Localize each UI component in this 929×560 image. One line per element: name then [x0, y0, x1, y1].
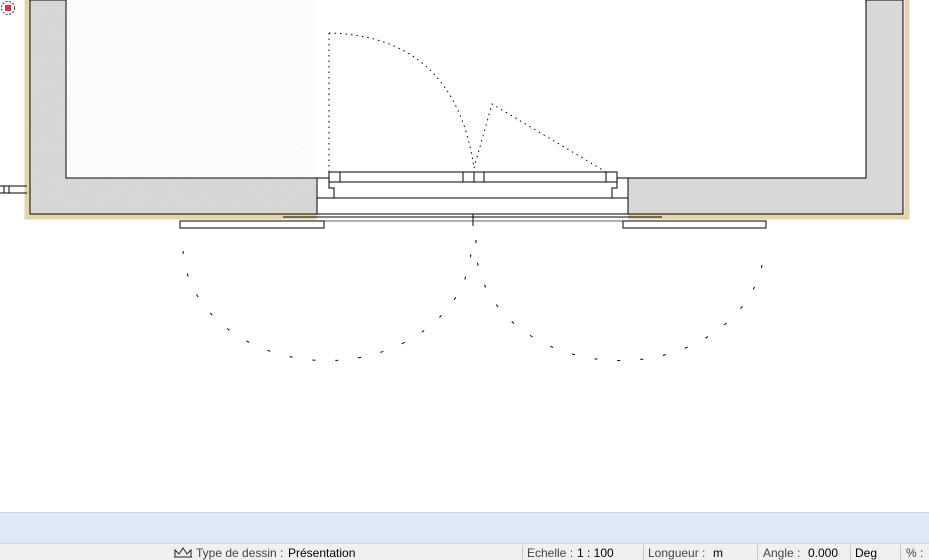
status-separator: [757, 545, 758, 560]
interior-door-swing: [328, 32, 607, 173]
left-wall-stub: [0, 185, 27, 194]
snap-point-icon[interactable]: [0, 0, 16, 16]
door-frame: [283, 171, 662, 226]
status-separator: [522, 545, 523, 560]
shutter-swing-arcs: [182, 239, 765, 362]
command-area: [0, 512, 929, 543]
status-separator: [850, 545, 851, 560]
scale-label: Echelle :: [527, 546, 574, 560]
drawing-type-value[interactable]: Présentation: [288, 546, 355, 560]
angle-label: Angle :: [763, 546, 801, 560]
drawing-type-label: Type de dessin :: [196, 546, 284, 560]
length-value[interactable]: m: [713, 546, 723, 560]
status-bar: Type de dessin : Présentation Echelle : …: [0, 543, 929, 560]
angle-unit[interactable]: Deg: [855, 546, 877, 560]
scale-value[interactable]: 1 : 100: [577, 546, 614, 560]
length-label: Longueur :: [648, 546, 706, 560]
drawing-type-icon[interactable]: [173, 545, 193, 559]
status-separator: [900, 545, 901, 560]
floor-plan-drawing[interactable]: [0, 0, 929, 512]
percent-label: % :: [906, 546, 924, 560]
status-separator: [643, 545, 644, 560]
angle-value[interactable]: 0.000: [808, 546, 838, 560]
drawing-canvas[interactable]: [0, 0, 929, 512]
